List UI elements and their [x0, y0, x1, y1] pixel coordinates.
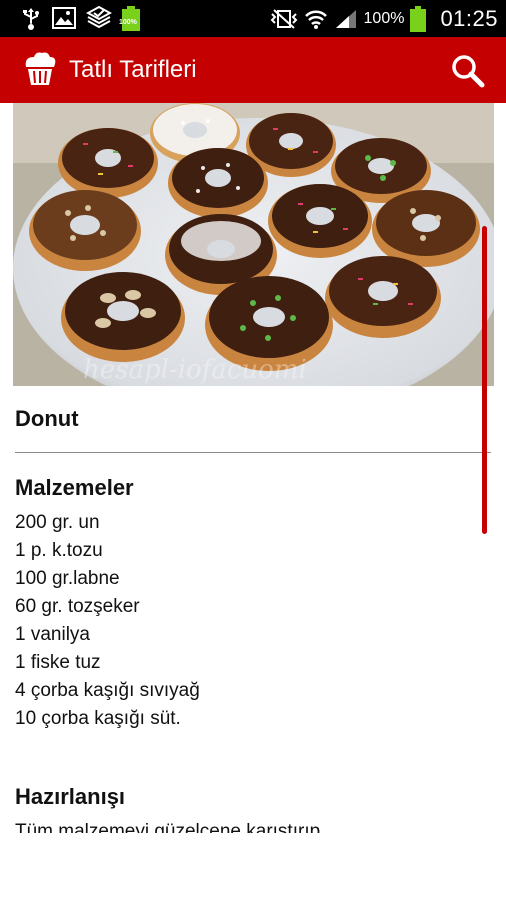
ingredient-item: 200 gr. un	[15, 512, 100, 533]
ingredients-heading: Malzemeler	[15, 475, 134, 500]
content-fade	[0, 833, 506, 900]
image-icon	[52, 7, 76, 29]
ingredient-item: 1 vanilya	[15, 624, 90, 645]
scrollbar[interactable]	[482, 226, 487, 534]
status-right: 100% 01:25	[270, 0, 498, 37]
checkmark-dropbox-icon	[86, 5, 112, 29]
photo-watermark: hesapl-iofacuomi	[83, 355, 307, 385]
app-title: Tatlı Tarifleri	[69, 56, 197, 83]
preparation-heading: Hazırlanışı	[15, 784, 126, 809]
ingredient-item: 100 gr.labne	[15, 568, 120, 589]
battery-full-icon: 100%	[119, 6, 144, 32]
ingredients-list: 200 gr. un 1 p. k.tozu 100 gr.labne 60 g…	[15, 509, 200, 733]
donut-photo-illustration: hesapl-iofacuomi	[13, 103, 494, 386]
vibrate-mute-icon	[270, 8, 297, 29]
status-bar: 100% 100% 01:25	[0, 0, 506, 37]
recipe-detail: Donut Malzemeler 200 gr. un 1 p. k.tozu …	[0, 386, 506, 900]
ingredient-item: 4 çorba kaşığı sıvıyağ	[15, 680, 200, 701]
battery-percent: 100%	[363, 9, 405, 27]
ingredient-item: 1 fiske tuz	[15, 652, 101, 673]
cupcake-icon[interactable]	[20, 49, 60, 89]
ingredient-item: 60 gr. tozşeker	[15, 596, 140, 617]
ingredient-item: 10 çorba kaşığı süt.	[15, 708, 181, 729]
wifi-icon	[304, 10, 327, 29]
clock: 01:25	[440, 5, 498, 31]
action-bar: Tatlı Tarifleri	[0, 37, 506, 103]
recipe-photo: hesapl-iofacuomi	[13, 103, 494, 386]
ingredient-item: 1 p. k.tozu	[15, 540, 103, 561]
battery-icon	[410, 5, 427, 32]
usb-icon	[23, 8, 39, 30]
search-icon	[452, 55, 485, 88]
battery-percent-small: 100%	[119, 19, 137, 26]
recipe-title: Donut	[15, 406, 79, 431]
search-button[interactable]	[448, 51, 488, 91]
signal-icon	[335, 9, 356, 28]
title-divider	[15, 452, 491, 453]
